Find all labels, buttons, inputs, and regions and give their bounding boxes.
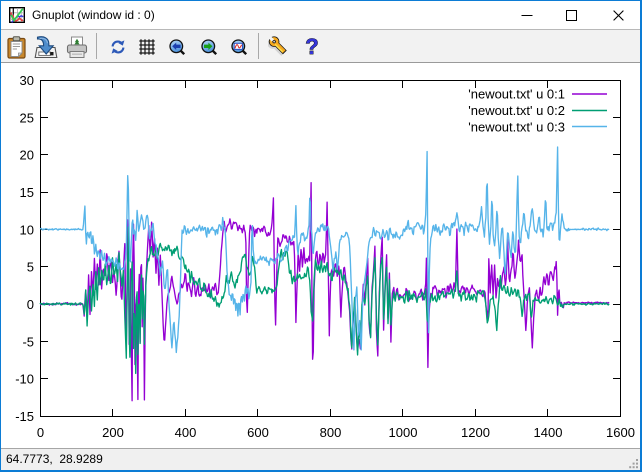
svg-text:800: 800 — [320, 425, 342, 440]
svg-text:-10: -10 — [15, 372, 34, 387]
svg-text:15: 15 — [20, 185, 34, 200]
svg-text:600: 600 — [247, 425, 269, 440]
svg-text:1000: 1000 — [389, 425, 418, 440]
svg-text:'newout.txt' u 0:1: 'newout.txt' u 0:1 — [468, 87, 565, 102]
svg-text:'newout.txt' u 0:2: 'newout.txt' u 0:2 — [468, 103, 565, 118]
svg-text:-15: -15 — [15, 409, 34, 424]
svg-text:0: 0 — [37, 425, 44, 440]
svg-text:20: 20 — [20, 148, 34, 163]
svg-text:400: 400 — [175, 425, 197, 440]
svg-text:10: 10 — [20, 222, 34, 237]
svg-text:0: 0 — [27, 297, 34, 312]
svg-text:1600: 1600 — [606, 425, 635, 440]
svg-text:?: ? — [305, 34, 318, 59]
svg-text:'newout.txt' u 0:3: 'newout.txt' u 0:3 — [468, 120, 565, 135]
svg-text:25: 25 — [20, 110, 34, 125]
svg-text:1200: 1200 — [461, 425, 490, 440]
svg-text:200: 200 — [102, 425, 124, 440]
svg-text:-5: -5 — [22, 334, 34, 349]
svg-text:30: 30 — [20, 73, 34, 88]
svg-text:1400: 1400 — [534, 425, 563, 440]
svg-text:5: 5 — [27, 260, 34, 275]
